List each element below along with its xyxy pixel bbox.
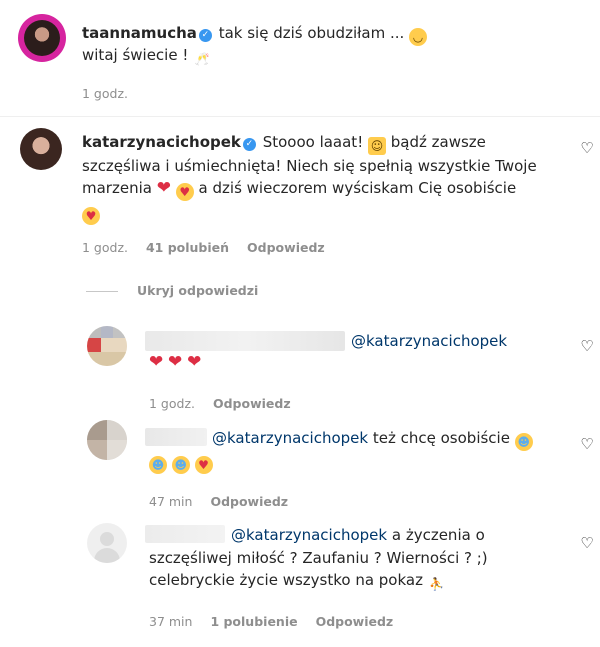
- reply-body: @katarzynacichopek też chcę osobiście ☻: [212, 427, 533, 451]
- person-shrugging-emoji-icon: ⛹: [429, 577, 445, 591]
- divider: [0, 116, 600, 117]
- reply-meta: 47 min Odpowiedz: [149, 494, 302, 509]
- hide-replies-line: [86, 291, 118, 292]
- kiss-face-emoji-icon: ♥: [82, 207, 100, 225]
- reply-avatar[interactable]: [87, 326, 127, 366]
- laughing-crying-emoji-icon: ☻: [149, 456, 167, 474]
- comment-reply-button[interactable]: Odpowiedz: [247, 240, 325, 255]
- heart-icon[interactable]: ♡: [579, 338, 595, 354]
- post-caption-line2-wrap: witaj świecie ! 🥂: [82, 44, 211, 68]
- reply-time[interactable]: 37 min: [149, 614, 192, 629]
- kiss-face-emoji-icon: ♥: [175, 183, 194, 201]
- reply-line3: celebryckie życie wszystko na pokaz: [149, 571, 423, 589]
- laughing-crying-emoji-icon: ☻: [514, 433, 533, 451]
- heart-eyes-emoji-icon: ♥: [194, 456, 213, 474]
- reply-avatar[interactable]: [87, 523, 127, 563]
- reply-meta: 37 min 1 polubienie Odpowiedz: [149, 614, 407, 629]
- blurred-username: [145, 428, 207, 446]
- reply-line1: a życzenia o: [391, 526, 485, 544]
- heart-emoji-icon: ❤: [168, 352, 183, 372]
- post-author-username[interactable]: taannamucha: [82, 24, 197, 42]
- post-author-avatar[interactable]: [18, 14, 66, 62]
- blurred-username: [145, 331, 345, 351]
- post-caption-line2: witaj świecie !: [82, 46, 189, 64]
- comment-time[interactable]: 1 godz.: [82, 240, 128, 255]
- reply-time[interactable]: 1 godz.: [149, 396, 195, 411]
- post-meta: 1 godz.: [82, 86, 142, 101]
- comment-line2: szczęśliwa i uśmiechnięta! Niech się spe…: [82, 157, 537, 175]
- reply-emojis: ☻ ☻ ♥: [149, 450, 213, 474]
- hide-replies-label: Ukryj odpowiedzi: [137, 283, 259, 298]
- reply-body: @katarzynacichopek a życzenia o: [231, 524, 485, 546]
- comment-line1: Stoooo laaat!: [262, 133, 364, 151]
- mention-link[interactable]: @katarzynacichopek: [351, 332, 507, 350]
- reply-line2: szczęśliwej miłość ? Zaufaniu ? Wiernośc…: [149, 549, 488, 567]
- reply-avatar[interactable]: [87, 420, 127, 460]
- comment-meta: 1 godz. 41 polubień Odpowiedz: [82, 240, 339, 255]
- party-face-emoji-icon: ☺: [368, 137, 386, 155]
- face-emoji-icon: ◡: [409, 28, 428, 46]
- heart-icon[interactable]: ♡: [579, 436, 595, 452]
- reply-meta: 1 godz. Odpowiedz: [149, 396, 305, 411]
- comment-line3b: a dziś wieczorem wyściskam Cię osobiście: [198, 179, 517, 197]
- toast-emoji-icon: 🥂: [194, 52, 210, 66]
- heart-icon[interactable]: ♡: [579, 140, 595, 156]
- comment-likes[interactable]: 41 polubień: [146, 240, 229, 255]
- laughing-crying-emoji-icon: ☻: [171, 456, 190, 474]
- comment-body: katarzynacichopek ✓ Stoooo laaat! ☺ bądź …: [82, 131, 562, 225]
- comment-username[interactable]: katarzynacichopek: [82, 133, 241, 151]
- reply-emojis: ❤ ❤ ❤: [149, 351, 201, 373]
- hide-replies-button[interactable]: Ukryj odpowiedzi: [137, 283, 272, 298]
- comment-line1b: bądź zawsze: [390, 133, 486, 151]
- verified-badge-icon: ✓: [198, 29, 212, 42]
- post-caption: taannamucha ✓ tak się dziś obudziłam ... …: [82, 22, 562, 46]
- reply-body: @katarzynacichopek: [351, 330, 507, 352]
- verified-badge-icon: ✓: [242, 138, 256, 151]
- heart-emoji-icon: ❤: [187, 352, 202, 372]
- reply-text: też chcę osobiście: [372, 429, 510, 447]
- heart-icon[interactable]: ♡: [579, 535, 595, 551]
- reply-line3-wrap: celebryckie życie wszystko na pokaz ⛹: [149, 569, 446, 593]
- reply-time[interactable]: 47 min: [149, 494, 192, 509]
- reply-button[interactable]: Odpowiedz: [316, 614, 394, 629]
- post-time[interactable]: 1 godz.: [82, 86, 128, 101]
- comment-avatar[interactable]: [20, 128, 62, 170]
- reply-button[interactable]: Odpowiedz: [210, 494, 288, 509]
- blurred-username: [145, 525, 225, 543]
- heart-emoji-icon: ❤: [156, 178, 171, 198]
- reply-likes[interactable]: 1 polubienie: [210, 614, 297, 629]
- mention-link[interactable]: @katarzynacichopek: [212, 429, 368, 447]
- comment-line3a: marzenia: [82, 179, 152, 197]
- post-caption-line1: tak się dziś obudziłam ...: [218, 24, 405, 42]
- reply-button[interactable]: Odpowiedz: [213, 396, 291, 411]
- heart-emoji-icon: ❤: [149, 352, 164, 372]
- mention-link[interactable]: @katarzynacichopek: [231, 526, 387, 544]
